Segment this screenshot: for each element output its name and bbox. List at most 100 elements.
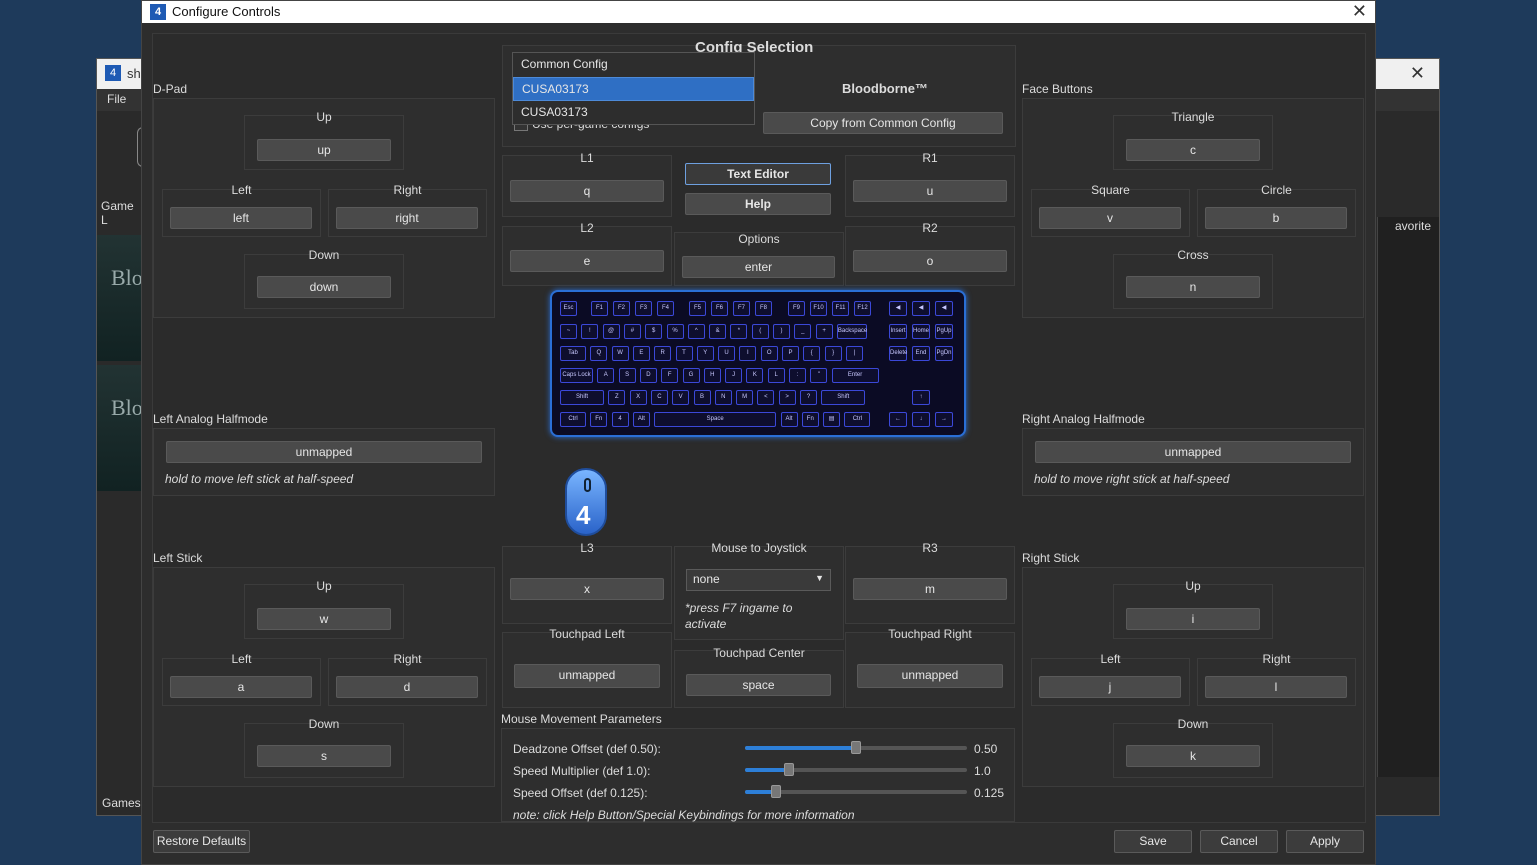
- slider-handle[interactable]: [771, 785, 782, 798]
- deadzone-value: 0.50: [974, 742, 998, 756]
- keyboard-key: O: [760, 346, 778, 361]
- keyboard-key: !: [581, 324, 599, 339]
- dropdown-option-selected[interactable]: CUSA03173: [513, 77, 754, 101]
- dpad-up-button[interactable]: up: [257, 139, 391, 161]
- dpad-up-label: Up: [316, 110, 332, 124]
- l3-button[interactable]: x: [510, 578, 664, 600]
- touchpad-right-button[interactable]: unmapped: [857, 664, 1003, 688]
- right-stick-up-button[interactable]: i: [1126, 608, 1260, 630]
- left-stick-up-button[interactable]: w: [257, 608, 391, 630]
- l2-button[interactable]: e: [510, 250, 664, 272]
- keyboard-key: R: [654, 346, 672, 361]
- keyboard-key: F7: [733, 301, 750, 316]
- keyboard-key: W: [611, 346, 629, 361]
- restore-defaults-button[interactable]: Restore Defaults: [153, 830, 250, 853]
- r2-button[interactable]: o: [853, 250, 1007, 272]
- keyboard-key: PgDn: [935, 346, 953, 361]
- cross-button[interactable]: n: [1126, 276, 1260, 298]
- keyboard-key: F10: [810, 301, 827, 316]
- options-label: Options: [738, 232, 780, 246]
- copy-common-config-button[interactable]: Copy from Common Config: [763, 112, 1003, 134]
- left-stick-right-button[interactable]: d: [336, 676, 478, 698]
- keyboard-key: ": [810, 368, 828, 383]
- keyboard-key: Alt: [632, 412, 650, 427]
- deadzone-slider[interactable]: [745, 741, 967, 754]
- text-editor-button[interactable]: Text Editor: [685, 163, 831, 185]
- cross-label: Cross: [1177, 248, 1209, 262]
- keyboard-key: G: [682, 368, 700, 383]
- keyboard-key: #: [623, 324, 641, 339]
- dropdown-option[interactable]: Common Config: [513, 53, 754, 77]
- mouse-params-note: note: click Help Button/Special Keybindi…: [513, 808, 855, 822]
- left-halfmode-button[interactable]: unmapped: [166, 441, 482, 463]
- touchpad-center-button[interactable]: space: [686, 674, 831, 696]
- keyboard-key: ▤: [823, 412, 841, 427]
- slider-handle[interactable]: [851, 741, 861, 754]
- apply-button[interactable]: Apply: [1286, 830, 1364, 853]
- keyboard-key: F6: [711, 301, 728, 316]
- left-stick-down-button[interactable]: s: [257, 745, 391, 767]
- dpad-left-label: Left: [231, 183, 252, 197]
- right-stick-down-button[interactable]: k: [1126, 745, 1260, 767]
- l3-label: L3: [580, 541, 594, 555]
- speed-offset-slider[interactable]: [745, 785, 967, 798]
- right-stick-up-label: Up: [1185, 579, 1201, 593]
- options-button[interactable]: enter: [682, 256, 835, 278]
- touchpad-center-label: Touchpad Center: [713, 646, 805, 660]
- mouse-joystick-label: Mouse to Joystick: [711, 541, 807, 555]
- cancel-button[interactable]: Cancel: [1200, 830, 1278, 853]
- save-button[interactable]: Save: [1114, 830, 1192, 853]
- keyboard-key: _: [794, 324, 812, 339]
- dropdown-option[interactable]: CUSA03173: [513, 101, 754, 125]
- l1-label: L1: [580, 151, 594, 165]
- keyboard-key: >: [778, 390, 796, 405]
- keyboard-key: P: [782, 346, 799, 361]
- mouse-joystick-select[interactable]: none ▼: [686, 569, 831, 591]
- help-button[interactable]: Help: [685, 193, 831, 215]
- mouse-logo: 4: [576, 500, 591, 530]
- keyboard-key: Fn: [590, 412, 608, 427]
- slider-fill: [745, 768, 790, 772]
- circle-button[interactable]: b: [1205, 207, 1347, 229]
- keyboard-key: ◀: [912, 301, 930, 316]
- right-stick-right-label: Right: [1262, 652, 1291, 666]
- dpad-left-button[interactable]: left: [170, 207, 312, 229]
- r1-button[interactable]: u: [853, 180, 1007, 202]
- keyboard-key: D: [639, 368, 657, 383]
- speed-multiplier-slider[interactable]: [745, 763, 967, 776]
- left-stick-left-button[interactable]: a: [170, 676, 312, 698]
- keyboard-key: <: [757, 390, 775, 405]
- keyboard-key: I: [739, 346, 757, 361]
- square-button[interactable]: v: [1039, 207, 1181, 229]
- keyboard-key: N: [714, 390, 732, 405]
- dpad-right-button[interactable]: right: [336, 207, 478, 229]
- left-stick-down-label: Down: [308, 717, 340, 731]
- dpad-down-button[interactable]: down: [257, 276, 391, 298]
- keyboard-key: &: [709, 324, 727, 339]
- right-stick-left-button[interactable]: j: [1039, 676, 1181, 698]
- keyboard-key: M: [736, 390, 754, 405]
- keyboard-key: @: [602, 324, 620, 339]
- right-halfmode-note: hold to move right stick at half-speed: [1034, 472, 1230, 486]
- keyboard-key: Delete: [889, 346, 907, 361]
- left-stick-title: Left Stick: [153, 551, 203, 565]
- config-dropdown-list[interactable]: Common Config CUSA03173 CUSA03173: [512, 52, 755, 125]
- slider-handle[interactable]: [784, 763, 795, 776]
- keyboard-key: F9: [788, 301, 805, 316]
- keyboard-key: F11: [832, 301, 849, 316]
- keyboard-key: (: [751, 324, 769, 339]
- triangle-label: Triangle: [1171, 110, 1215, 124]
- right-halfmode-button[interactable]: unmapped: [1035, 441, 1351, 463]
- right-stick-right-button[interactable]: l: [1205, 676, 1347, 698]
- keyboard-key: Tab: [560, 346, 586, 361]
- speed-offset-label: Speed Offset (def 0.125):: [513, 786, 648, 800]
- triangle-button[interactable]: c: [1126, 139, 1260, 161]
- l1-button[interactable]: q: [510, 180, 664, 202]
- r3-button[interactable]: m: [853, 578, 1007, 600]
- keyboard-key: U: [718, 346, 736, 361]
- touchpad-left-button[interactable]: unmapped: [514, 664, 660, 688]
- right-stick-title: Right Stick: [1022, 551, 1080, 565]
- keyboard-key: 4: [611, 412, 629, 427]
- keyboard-key: C: [650, 390, 668, 405]
- dpad-right-label: Right: [393, 183, 422, 197]
